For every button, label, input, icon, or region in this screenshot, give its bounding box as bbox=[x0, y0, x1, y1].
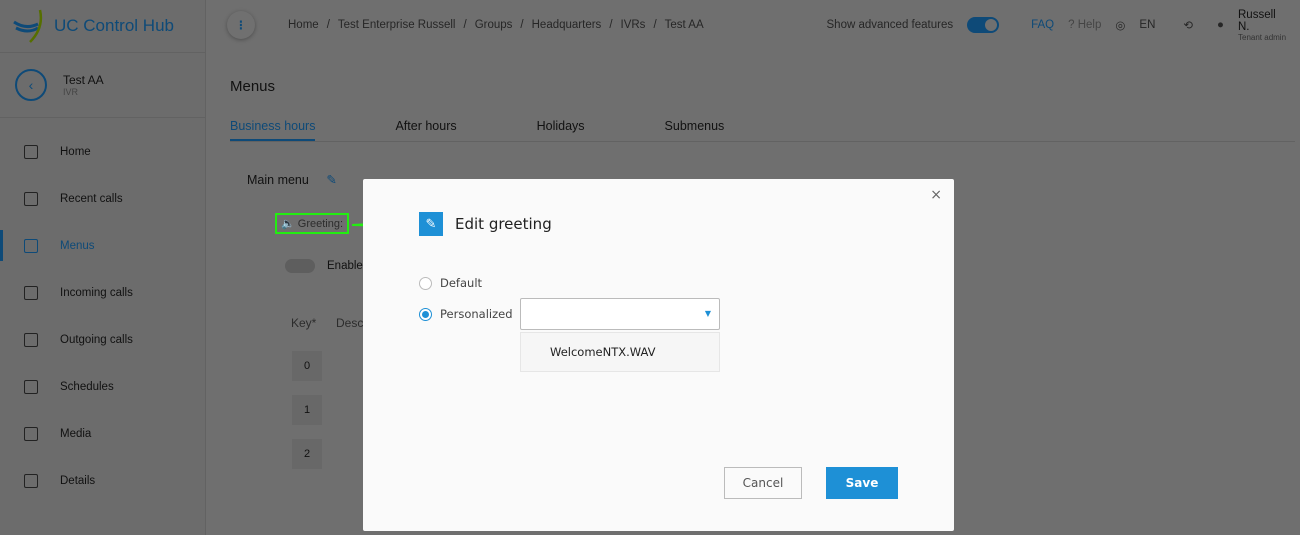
details-icon bbox=[24, 473, 38, 488]
sidebar-item-outgoing-calls[interactable]: Outgoing calls bbox=[0, 316, 205, 363]
key-cell[interactable]: 2 bbox=[292, 439, 322, 469]
advanced-features-toggle[interactable] bbox=[967, 17, 1000, 33]
radio-label: Personalized bbox=[440, 307, 513, 321]
greeting-file-select[interactable]: ▼ bbox=[520, 298, 720, 330]
history-icon[interactable]: ⟲ bbox=[1183, 18, 1193, 32]
sidebar: UC Control Hub ‹ Test AA IVR Home Recent … bbox=[0, 0, 206, 535]
context-type: IVR bbox=[63, 87, 79, 97]
sidebar-item-label: Home bbox=[60, 145, 91, 158]
back-button[interactable]: ‹ bbox=[15, 69, 47, 101]
breadcrumb-groups[interactable]: Groups bbox=[475, 19, 513, 31]
breadcrumb-separator: / bbox=[326, 19, 330, 31]
dropdown-option[interactable]: WelcomeNTX.WAV bbox=[520, 332, 720, 372]
radio-circle[interactable] bbox=[419, 276, 432, 290]
sidebar-item-label: Media bbox=[60, 427, 92, 440]
key-cell[interactable]: 0 bbox=[292, 351, 322, 381]
radio-personalized[interactable]: Personalized bbox=[419, 307, 513, 321]
more-menu-button[interactable]: ⋮ bbox=[227, 11, 255, 39]
app-title: UC Control Hub bbox=[54, 16, 174, 35]
breadcrumb-home[interactable]: Home bbox=[288, 19, 319, 31]
sidebar-item-label: Details bbox=[60, 474, 96, 487]
sidebar-item-label: Recent calls bbox=[60, 192, 123, 205]
cancel-button[interactable]: Cancel bbox=[724, 467, 802, 499]
breadcrumb: Home / Test Enterprise Russell / Groups / H… bbox=[288, 19, 704, 31]
speaker-icon: 🔈 bbox=[281, 218, 295, 230]
key-cell[interactable]: 1 bbox=[292, 395, 322, 425]
tab-business-hours[interactable]: Business hours bbox=[230, 119, 316, 141]
breadcrumb-separator: / bbox=[609, 19, 613, 31]
enable-label: Enable bbox=[327, 260, 363, 272]
breadcrumb-ivrs[interactable]: IVRs bbox=[621, 19, 646, 31]
breadcrumb-enterprise[interactable]: Test Enterprise Russell bbox=[338, 19, 456, 31]
key-header: Key* bbox=[291, 316, 317, 330]
breadcrumb-separator: / bbox=[520, 19, 524, 31]
sidebar-item-home[interactable]: Home bbox=[0, 128, 205, 175]
enable-toggle[interactable] bbox=[285, 259, 315, 273]
edit-menu-icon[interactable]: ✎ bbox=[326, 173, 336, 187]
sidebar-item-label: Schedules bbox=[60, 380, 114, 393]
user-role: Tenant admin bbox=[1238, 32, 1287, 42]
user-avatar-icon[interactable]: ● bbox=[1217, 19, 1224, 31]
sidebar-item-incoming-calls[interactable]: Incoming calls bbox=[0, 269, 205, 316]
globe-icon[interactable]: ◎ bbox=[1115, 18, 1125, 32]
close-icon[interactable]: × bbox=[930, 187, 942, 203]
sidebar-item-details[interactable]: Details bbox=[0, 457, 205, 504]
breadcrumb-separator: / bbox=[463, 19, 467, 31]
greeting-button[interactable]: 🔈 Greeting: bbox=[275, 213, 350, 234]
pencil-icon: ✎ bbox=[419, 212, 443, 236]
description-header: Desc bbox=[336, 316, 364, 330]
sidebar-item-label: Outgoing calls bbox=[60, 333, 133, 346]
sidebar-item-media[interactable]: Media bbox=[0, 410, 205, 457]
breadcrumb-headquarters[interactable]: Headquarters bbox=[532, 19, 602, 31]
logo[interactable]: UC Control Hub bbox=[0, 0, 205, 53]
radio-circle[interactable] bbox=[419, 307, 432, 321]
calendar-icon bbox=[24, 379, 38, 394]
greeting-label: Greeting: bbox=[297, 218, 344, 230]
help-link[interactable]: ? Help bbox=[1068, 19, 1101, 31]
save-button[interactable]: Save bbox=[826, 467, 898, 499]
breadcrumb-current: Test AA bbox=[664, 19, 704, 31]
top-bar: ⋮ Home / Test Enterprise Russell / Groups /… bbox=[207, 0, 1300, 50]
logo-icon bbox=[13, 9, 43, 43]
edit-greeting-dialog: × ✎ Edit greeting Default Personalized ▼ … bbox=[363, 179, 954, 531]
chevron-down-icon: ▼ bbox=[704, 309, 711, 318]
sidebar-item-menus[interactable]: Menus bbox=[0, 222, 205, 269]
tab-after-hours[interactable]: After hours bbox=[395, 119, 456, 141]
sidebar-item-recent-calls[interactable]: Recent calls bbox=[0, 175, 205, 222]
page-title: Menus bbox=[230, 78, 276, 95]
radio-default[interactable]: Default bbox=[419, 276, 482, 290]
tab-holidays[interactable]: Holidays bbox=[537, 119, 585, 141]
user-name[interactable]: Russell N. bbox=[1238, 9, 1290, 33]
language-selector[interactable]: EN bbox=[1139, 19, 1155, 31]
phone-icon bbox=[24, 191, 38, 206]
breadcrumb-separator: / bbox=[653, 19, 657, 31]
home-icon bbox=[24, 144, 38, 159]
media-icon bbox=[24, 426, 38, 441]
radio-label: Default bbox=[440, 276, 483, 290]
sidebar-item-schedules[interactable]: Schedules bbox=[0, 363, 205, 410]
context-header: ‹ Test AA IVR bbox=[0, 53, 205, 118]
context-name: Test AA bbox=[63, 73, 104, 87]
faq-link[interactable]: FAQ bbox=[1031, 19, 1054, 31]
menu-grid-icon bbox=[24, 238, 38, 253]
advanced-features-label: Show advanced features bbox=[826, 19, 954, 31]
dialog-title: Edit greeting bbox=[455, 215, 552, 233]
main-menu-label: Main menu bbox=[247, 173, 309, 187]
sidebar-item-label: Incoming calls bbox=[60, 286, 133, 299]
tab-submenus[interactable]: Submenus bbox=[665, 119, 725, 141]
incoming-call-icon bbox=[24, 285, 38, 300]
sidebar-item-label: Menus bbox=[60, 239, 95, 252]
outgoing-call-icon bbox=[24, 332, 38, 347]
